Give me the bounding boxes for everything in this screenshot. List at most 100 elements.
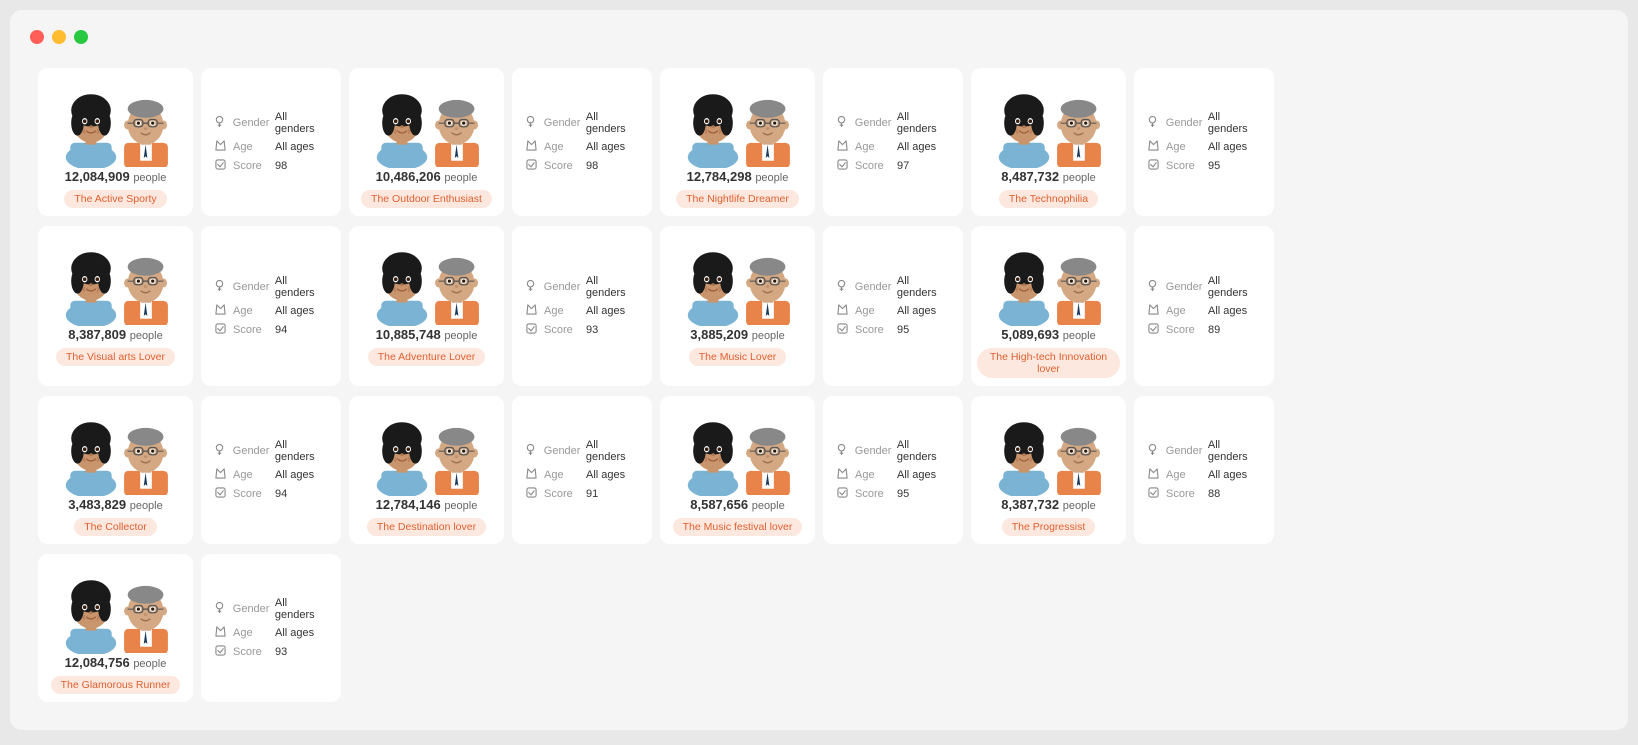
info-value-text: 95 bbox=[897, 324, 909, 336]
persona-label[interactable]: The Active Sporty bbox=[64, 190, 166, 208]
spacer bbox=[660, 554, 815, 702]
info-label-text: Score bbox=[233, 324, 269, 336]
persona-label[interactable]: The Collector bbox=[74, 518, 156, 536]
personas-grid: 12,084,909 peopleThe Active Sporty Gender… bbox=[30, 64, 1608, 710]
avatar-card-collector[interactable]: 3,483,829 peopleThe Collector bbox=[38, 396, 193, 544]
avatar-card-technophilia[interactable]: 8,487,732 peopleThe Technophilia bbox=[971, 68, 1126, 216]
info-label-text: Gender bbox=[544, 445, 580, 457]
info-label-text: Gender bbox=[233, 117, 269, 129]
info-row-gender: GenderAll genders bbox=[835, 275, 951, 299]
info-row-age: AgeAll ages bbox=[835, 468, 951, 482]
persona-label[interactable]: The Visual arts Lover bbox=[56, 348, 175, 366]
info-label-text: Gender bbox=[1166, 281, 1202, 293]
info-row-score: Score94 bbox=[213, 323, 329, 337]
info-value-text: All ages bbox=[897, 305, 936, 317]
maximize-button[interactable] bbox=[74, 30, 88, 44]
persona-label[interactable]: The Music festival lover bbox=[673, 518, 803, 536]
persona-label[interactable]: The Destination lover bbox=[367, 518, 486, 536]
persona-label[interactable]: The Nightlife Dreamer bbox=[676, 190, 799, 208]
age-icon bbox=[1146, 140, 1160, 154]
score-icon bbox=[1146, 159, 1160, 173]
gender-icon bbox=[835, 280, 849, 294]
avatar-card-visual-arts-lover[interactable]: 8,387,809 peopleThe Visual arts Lover bbox=[38, 226, 193, 386]
score-icon bbox=[1146, 487, 1160, 501]
spacer bbox=[823, 554, 963, 702]
minimize-button[interactable] bbox=[52, 30, 66, 44]
persona-label[interactable]: The Progressist bbox=[1002, 518, 1096, 536]
score-icon bbox=[835, 323, 849, 337]
age-icon bbox=[835, 468, 849, 482]
info-value-text: 93 bbox=[586, 324, 598, 336]
info-row-age: AgeAll ages bbox=[524, 304, 640, 318]
info-card-nightlife-dreamer: GenderAll gendersAgeAll agesScore97 bbox=[823, 68, 963, 216]
avatar-card-outdoor-enthusiast[interactable]: 10,486,206 peopleThe Outdoor Enthusiast bbox=[349, 68, 504, 216]
avatar-card-adventure-lover[interactable]: 10,885,748 peopleThe Adventure Lover bbox=[349, 226, 504, 386]
info-label-text: Score bbox=[233, 646, 269, 658]
gender-icon bbox=[1146, 116, 1160, 130]
gender-icon bbox=[524, 116, 538, 130]
info-value-text: 97 bbox=[897, 160, 909, 172]
info-label-text: Age bbox=[544, 305, 580, 317]
gender-icon bbox=[835, 116, 849, 130]
info-row-score: Score89 bbox=[1146, 323, 1262, 337]
info-label-text: Age bbox=[544, 469, 580, 481]
avatar-card-music-lover[interactable]: 3,885,209 peopleThe Music Lover bbox=[660, 226, 815, 386]
info-row-score: Score88 bbox=[1146, 487, 1262, 501]
age-icon bbox=[524, 140, 538, 154]
score-icon bbox=[213, 159, 227, 173]
info-row-score: Score98 bbox=[213, 159, 329, 173]
score-icon bbox=[524, 487, 538, 501]
info-value-text: All genders bbox=[1208, 275, 1262, 299]
avatar-card-destination-lover[interactable]: 12,784,146 peopleThe Destination lover bbox=[349, 396, 504, 544]
info-label-text: Age bbox=[544, 141, 580, 153]
info-label-text: Score bbox=[855, 488, 891, 500]
info-value-text: All ages bbox=[275, 305, 314, 317]
info-value-text: All ages bbox=[275, 141, 314, 153]
spacer bbox=[349, 554, 504, 702]
info-card-collector: GenderAll gendersAgeAll agesScore94 bbox=[201, 396, 341, 544]
score-icon bbox=[213, 323, 227, 337]
traffic-lights bbox=[30, 30, 1608, 44]
avatar-card-active-sporty[interactable]: 12,084,909 peopleThe Active Sporty bbox=[38, 68, 193, 216]
info-value-text: All genders bbox=[897, 111, 951, 135]
close-button[interactable] bbox=[30, 30, 44, 44]
age-icon bbox=[1146, 304, 1160, 318]
info-card-destination-lover: GenderAll gendersAgeAll agesScore91 bbox=[512, 396, 652, 544]
info-row-gender: GenderAll genders bbox=[213, 111, 329, 135]
info-row-score: Score93 bbox=[524, 323, 640, 337]
info-label-text: Score bbox=[544, 488, 580, 500]
avatar-card-high-tech-innovation[interactable]: 5,089,693 peopleThe High-tech Innovation… bbox=[971, 226, 1126, 386]
age-icon bbox=[524, 468, 538, 482]
info-row-gender: GenderAll genders bbox=[213, 439, 329, 463]
persona-label[interactable]: The Outdoor Enthusiast bbox=[361, 190, 492, 208]
info-value-text: All genders bbox=[586, 439, 640, 463]
info-value-text: 98 bbox=[586, 160, 598, 172]
age-icon bbox=[835, 304, 849, 318]
persona-label[interactable]: The Adventure Lover bbox=[368, 348, 485, 366]
info-value-text: All genders bbox=[275, 275, 329, 299]
persona-label[interactable]: The Music Lover bbox=[689, 348, 787, 366]
persona-label[interactable]: The High-tech Innovation lover bbox=[977, 348, 1120, 378]
info-value-text: All genders bbox=[275, 439, 329, 463]
avatar-card-glamorous-runner[interactable]: 12,084,756 peopleThe Glamorous Runner bbox=[38, 554, 193, 702]
info-row-gender: GenderAll genders bbox=[524, 275, 640, 299]
info-row-age: AgeAll ages bbox=[524, 140, 640, 154]
avatar-card-nightlife-dreamer[interactable]: 12,784,298 peopleThe Nightlife Dreamer bbox=[660, 68, 815, 216]
info-label-text: Gender bbox=[544, 281, 580, 293]
persona-label[interactable]: The Glamorous Runner bbox=[51, 676, 181, 694]
info-row-age: Age All ages bbox=[213, 304, 329, 318]
info-row-age: AgeAll ages bbox=[213, 626, 329, 640]
info-label-text: Age bbox=[233, 305, 269, 317]
info-row-score: Score91 bbox=[524, 487, 640, 501]
info-row-gender: GenderAll genders bbox=[213, 597, 329, 621]
info-label-text: Age bbox=[1166, 141, 1202, 153]
avatar-card-progressist[interactable]: 8,387,732 peopleThe Progressist bbox=[971, 396, 1126, 544]
info-label-text: Gender bbox=[855, 281, 891, 293]
info-row-score: Score95 bbox=[1146, 159, 1262, 173]
avatar-card-music-festival-lover[interactable]: 8,587,656 peopleThe Music festival lover bbox=[660, 396, 815, 544]
persona-label[interactable]: The Technophilia bbox=[999, 190, 1098, 208]
info-label-text: Gender bbox=[233, 281, 269, 293]
info-label-text: Gender bbox=[1166, 445, 1202, 457]
score-icon bbox=[213, 487, 227, 501]
info-value-text: All ages bbox=[1208, 305, 1247, 317]
